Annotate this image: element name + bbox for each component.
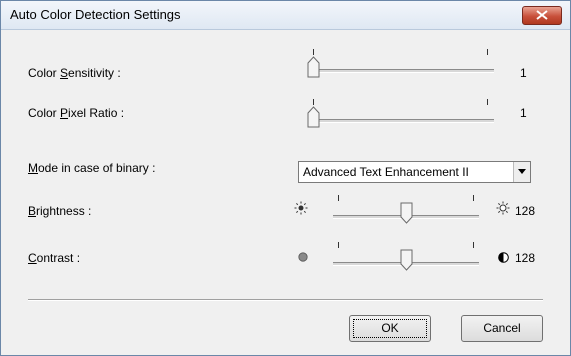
contrast-value: 128 xyxy=(515,251,536,265)
slider-thumb[interactable] xyxy=(307,106,320,128)
slider-thumb[interactable] xyxy=(307,56,320,78)
sun-bright-icon xyxy=(496,201,510,215)
dialog-window: Auto Color Detection Settings Color Sens… xyxy=(0,0,571,356)
slider-tick xyxy=(338,195,339,201)
dialog-title: Auto Color Detection Settings xyxy=(10,7,181,22)
brightness-value: 128 xyxy=(515,204,536,218)
slider-tick xyxy=(313,49,314,55)
pixel-ratio-value: 1 xyxy=(520,106,527,120)
ok-button[interactable]: OK xyxy=(349,315,431,342)
sensitivity-value: 1 xyxy=(520,66,527,80)
mode-dropdown[interactable]: Advanced Text Enhancement II xyxy=(298,161,531,183)
focus-rect xyxy=(353,319,427,338)
brightness-label: Brightness : xyxy=(28,204,92,218)
separator xyxy=(28,299,543,301)
slider-rail xyxy=(308,119,494,123)
title-bar[interactable]: Auto Color Detection Settings xyxy=(1,1,570,30)
sensitivity-slider[interactable] xyxy=(306,49,496,79)
slider-tick xyxy=(487,49,488,55)
slider-tick xyxy=(473,242,474,248)
slider-thumb[interactable] xyxy=(400,249,413,271)
sun-dim-icon xyxy=(294,201,308,215)
slider-tick xyxy=(487,99,488,105)
slider-tick xyxy=(313,99,314,105)
slider-thumb[interactable] xyxy=(400,202,413,224)
slider-tick xyxy=(473,195,474,201)
contrast-label: Contrast : xyxy=(28,251,81,265)
dropdown-arrow-button[interactable] xyxy=(513,162,530,182)
pixel-ratio-label: Color Pixel Ratio : xyxy=(28,106,125,120)
chevron-down-icon xyxy=(518,169,526,174)
mode-label: Mode in case of binary : xyxy=(28,161,156,175)
slider-rail xyxy=(308,69,494,73)
close-button[interactable] xyxy=(522,6,562,25)
contrast-slider[interactable] xyxy=(331,242,481,272)
slider-tick xyxy=(338,242,339,248)
circle-low-contrast-icon xyxy=(298,252,308,262)
cancel-button[interactable]: Cancel xyxy=(461,315,543,342)
brightness-slider[interactable] xyxy=(331,195,481,225)
circle-high-contrast-icon xyxy=(498,252,509,263)
mode-selected-value: Advanced Text Enhancement II xyxy=(303,165,469,179)
pixel-ratio-slider[interactable] xyxy=(306,99,496,129)
close-icon xyxy=(536,10,548,20)
sensitivity-label: Color Sensitivity : xyxy=(28,66,121,80)
